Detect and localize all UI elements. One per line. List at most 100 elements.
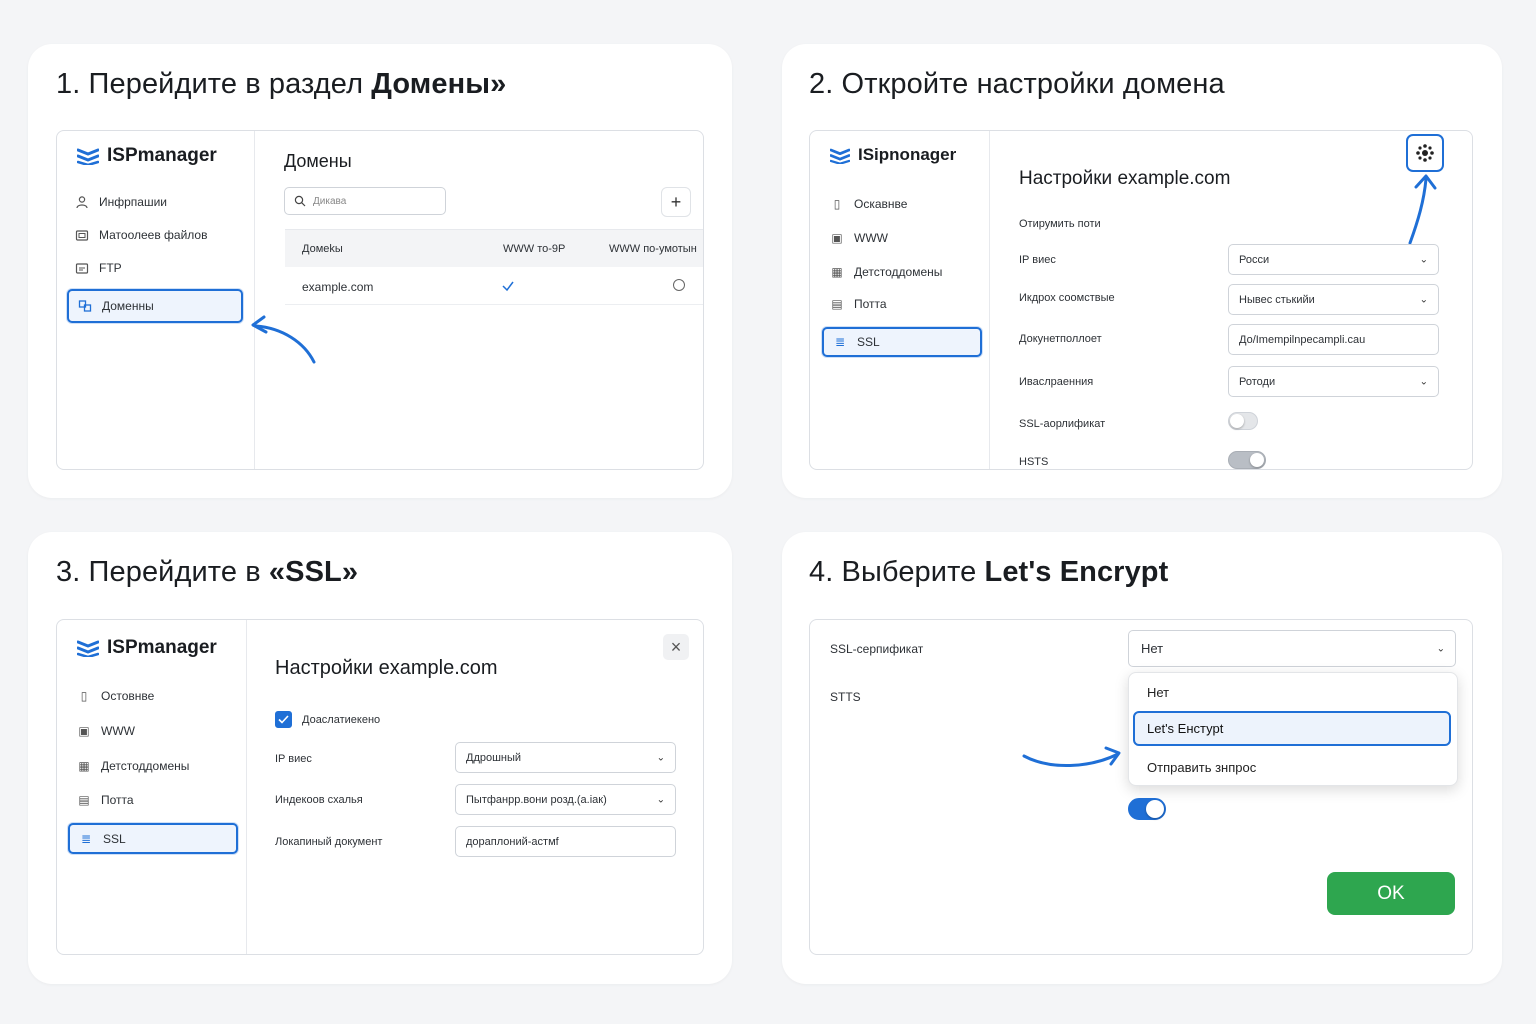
step4-stts-label: STTS [830,690,861,704]
close-button[interactable]: × [663,634,689,660]
grid-icon: ▦ [78,759,90,773]
ok-button-label: OK [1377,882,1405,904]
lock-icon: ▣ [831,231,843,245]
step1-logo: ISPmanager [77,145,217,167]
step4-window: SSL-серпификат Нет ⌄ STTS Нет Let's Енсту… [809,619,1473,955]
step2-field-redirect-label: Иваслраенния [1019,376,1094,388]
step3-sidebar: ISPmanager ▯ Остовнве ▣ WWW ▦ Детстоддомены… [57,620,247,954]
step4-pointer-arrow-icon [1022,746,1121,768]
step1-sidebar: ISPmanager Инфрпашии Матоолеев файлов FT… [57,131,255,469]
step2-nav-ssl[interactable]: ≣ SSL [822,327,982,357]
step3-docroot-input[interactable]: дораплоний-астмf [455,826,676,857]
search-icon [294,195,306,210]
ispmanager-logo-icon [77,640,99,657]
step2-ip-select[interactable]: Росси ⌄ [1228,244,1439,275]
step2-ssl-label: SSL-аорлификат [1019,418,1106,430]
step3-nav-mail[interactable]: ▤ Потта [77,793,133,807]
mail-icon: ▤ [831,297,843,311]
close-icon: × [670,636,682,657]
step4-title: 4. Выберите Let's Encrypt [809,556,1169,588]
toggle-knob [1146,800,1164,818]
step2-nav-www[interactable]: ▣ WWW [830,231,888,245]
trash-icon: ▯ [833,197,841,211]
ispmanager-logo-icon [830,148,850,164]
step3-title: 3. Перейдите в «SSL» [56,556,359,588]
step1-title: 1. Перейдите в раздел Домены» [56,68,507,100]
step2-field-index-label: Икдрох соомствые [1019,292,1115,304]
step1-card: 1. Перейдите в раздел Домены» ISPmanager… [28,44,732,498]
ispmanager-logo-icon [77,148,99,165]
settings-gear-button[interactable] [1406,134,1444,172]
step2-panel-title: Настройки example.com [1019,168,1231,189]
ok-button[interactable]: OK [1327,872,1455,915]
chevron-down-icon: ⌄ [1419,294,1428,305]
step1-pointer-arrow-icon [251,315,316,364]
step2-ssl-toggle[interactable] [1228,412,1258,430]
step3-nav-main[interactable]: ▯ Остовнве [77,689,155,703]
step3-checkbox[interactable] [275,711,292,728]
step2-field-ip-label: IP виес [1019,254,1056,266]
chevron-down-icon: ⌄ [656,752,665,763]
step4-ssl-label: SSL-серпификат [830,642,924,656]
step3-nav-www[interactable]: ▣ WWW [77,724,135,738]
step3-field-ip-label: IP виес [275,753,312,765]
step2-docroot-input[interactable]: До/Imempilnpecampli.cau [1228,324,1439,355]
option-send-request[interactable]: Отправить знпрос [1147,760,1256,775]
col-domains[interactable]: Домеkы [302,243,343,255]
step4-ssl-select[interactable]: Нет ⌄ [1128,630,1456,667]
step2-section-label: Отирумить поти [1019,218,1101,230]
col-www-default[interactable]: WWW по-умотын [609,243,697,255]
grid-icon: ▦ [831,265,843,279]
radio-icon[interactable] [673,279,685,291]
step2-hsts-toggle[interactable] [1228,451,1266,469]
step3-index-select[interactable]: Пытфанрр.вони розд.(а.іак) ⌄ [455,784,676,815]
lock-icon: ▣ [78,724,90,738]
step4-stts-toggle[interactable] [1128,798,1166,820]
step4-dropdown-menu: Нет Let's Енстурt Отправить знпрос [1128,672,1458,786]
plus-icon: + [670,191,682,212]
step3-ip-select[interactable]: Ддрошный ⌄ [455,742,676,773]
step2-nav-subdomains[interactable]: ▦ Детстоддомены [830,265,942,279]
step3-checkbox-label: Доаслатиекено [302,714,381,726]
user-icon [75,195,89,209]
step3-card: 3. Перейдите в «SSL» ISPmanager ▯ Остовнв… [28,532,732,984]
table-row[interactable]: example.com [285,267,703,305]
step2-nav-mail[interactable]: ▤ Потта [830,297,886,311]
step2-title: 2. Откройте настройки домена [809,68,1225,100]
step2-redirect-select[interactable]: Ротоди ⌄ [1228,366,1439,397]
list-icon: ≣ [834,335,846,349]
option-none[interactable]: Нет [1147,685,1169,700]
step1-nav-info[interactable]: Инфрпашии [75,195,167,209]
chevron-down-icon: ⌄ [1419,376,1428,387]
step2-nav-main[interactable]: ▯ Оскавнве [830,197,908,211]
step1-nav-domains[interactable]: Доменны [67,289,243,323]
step2-logo: ISipnonager [830,145,956,165]
step1-panel-title: Домены [284,151,352,171]
chevron-down-icon: ⌄ [656,794,665,805]
chevron-down-icon: ⌄ [1436,643,1445,654]
option-lets-encrypt[interactable]: Let's Енстурt [1133,711,1451,746]
trash-icon: ▯ [80,689,88,703]
step3-field-index-label: Индекоов схалья [275,794,363,806]
step1-search-input[interactable]: Дикава [284,187,446,215]
folder-icon [75,228,89,242]
toggle-knob [1250,453,1264,467]
step2-card: 2. Откройте настройки домена ISipnonager… [782,44,1502,498]
step2-index-select[interactable]: Нывес стькийи ⌄ [1228,284,1439,315]
ftp-icon [75,261,89,275]
step1-nav-files[interactable]: Матоолеев файлов [75,228,207,242]
step3-window: ISPmanager ▯ Остовнве ▣ WWW ▦ Детстоддомены… [56,619,704,955]
step4-card: 4. Выберите Let's Encrypt SSL-серпификат… [782,532,1502,984]
step1-window: ISPmanager Инфрпашии Матоолеев файлов FT… [56,130,704,470]
step2-hsts-label: HSTS [1019,456,1049,468]
step3-nav-ssl[interactable]: ≣ SSL [68,823,238,854]
step1-nav-ftp[interactable]: FTP [75,261,122,275]
col-www-redirect[interactable]: WWW то-9Р [503,243,565,255]
row-domain[interactable]: example.com [302,280,373,294]
checkmark-icon [278,715,289,724]
domains-icon [78,299,92,313]
step3-panel-title: Настройки example.com [275,657,498,679]
step3-nav-subdomains[interactable]: ▦ Детстоддомены [77,759,189,773]
add-domain-button[interactable]: + [661,187,691,217]
check-icon [501,279,515,297]
